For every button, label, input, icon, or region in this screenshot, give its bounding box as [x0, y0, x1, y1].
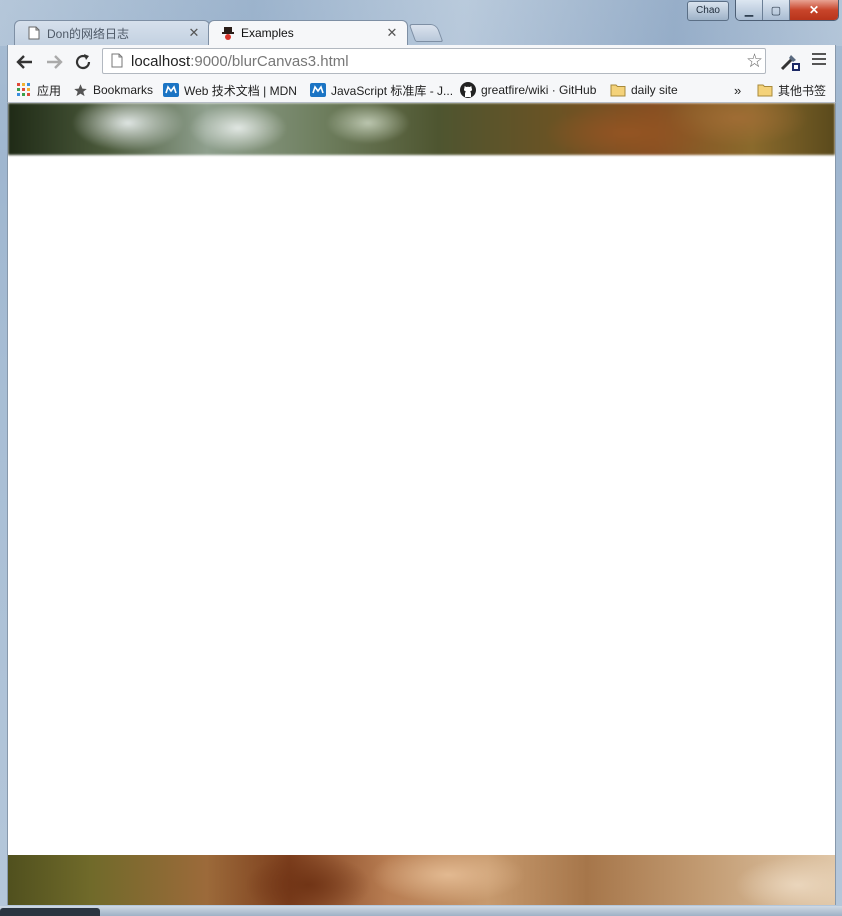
bookmark-other-folder[interactable]: 其他书签: [757, 78, 826, 102]
forward-button[interactable]: [43, 51, 65, 73]
apps-grid-icon: [16, 82, 32, 98]
maximize-button[interactable]: ▢: [763, 0, 790, 20]
reload-icon: [75, 54, 91, 70]
blurred-canvas-top: [8, 103, 835, 155]
folder-icon: [610, 82, 626, 98]
tab-close-icon[interactable]: ✕: [187, 25, 201, 41]
tab-close-icon[interactable]: ✕: [385, 25, 399, 41]
bookmarks-bar: 应用 Bookmarks Web 技术文档 | MDN JavaScript 标…: [7, 78, 836, 103]
back-button[interactable]: [14, 51, 36, 73]
bookmark-label: JavaScript 标准库 - J...: [331, 83, 454, 98]
bookmarks-overflow-button[interactable]: »: [734, 78, 741, 102]
bookmark-label: daily site: [631, 83, 678, 97]
bookmark-js-stdlib[interactable]: JavaScript 标准库 - J...: [310, 78, 453, 102]
tab-title: Don的网络日志: [47, 26, 130, 41]
tab-examples[interactable]: Examples ✕: [208, 20, 408, 45]
mdn-icon: [163, 82, 179, 98]
github-icon: [460, 82, 476, 98]
back-arrow-icon: [16, 55, 32, 69]
bookmark-bookmarks[interactable]: Bookmarks: [72, 78, 153, 102]
page-icon: [27, 26, 41, 40]
close-window-button[interactable]: ✕: [790, 0, 838, 20]
tab-title: Examples: [241, 26, 294, 40]
bookmark-daily-site[interactable]: daily site: [610, 78, 678, 102]
bookmark-star-icon[interactable]: ☆: [746, 50, 763, 73]
page-icon: [111, 53, 125, 69]
bookmark-label: 应用: [37, 83, 62, 98]
bookmark-label: Web 技术文档 | MDN: [184, 83, 297, 98]
address-bar[interactable]: localhost:9000/blurCanvas3.html ☆: [102, 48, 766, 74]
extension-eyedropper-icon[interactable]: [778, 51, 802, 73]
bookmark-github[interactable]: greatfire/wiki · GitHub: [460, 78, 596, 102]
browser-toolbar: localhost:9000/blurCanvas3.html ☆: [7, 45, 836, 78]
bookmark-label: 其他书签: [778, 83, 827, 98]
bookmark-label: greatfire/wiki · GitHub: [481, 83, 597, 97]
hat-favicon-icon: [221, 26, 235, 40]
window-caption-buttons: ▁ ▢ ✕: [735, 0, 839, 21]
profile-badge[interactable]: Chao: [687, 1, 729, 21]
taskbar-strip: [0, 906, 842, 916]
minimize-button[interactable]: ▁: [736, 0, 763, 20]
bookmark-mdn[interactable]: Web 技术文档 | MDN: [163, 78, 297, 102]
url-host: localhost: [131, 52, 191, 70]
folder-icon: [757, 82, 773, 98]
mdn-icon: [310, 82, 326, 98]
url-path: :9000/blurCanvas3.html: [190, 52, 349, 70]
page-content: [7, 103, 836, 905]
bookmark-label: Bookmarks: [93, 83, 154, 97]
reload-button[interactable]: [72, 51, 94, 73]
bookmark-apps[interactable]: 应用: [16, 78, 61, 102]
browser-window: Chao ▁ ▢ ✕ Don的网络日志 ✕ Examples ✕ localho…: [0, 0, 842, 916]
chrome-menu-icon[interactable]: [812, 53, 826, 68]
star-icon: [72, 82, 88, 98]
tab-don-blog[interactable]: Don的网络日志 ✕: [14, 20, 210, 45]
blurred-canvas-bottom: [8, 855, 835, 905]
forward-arrow-icon: [47, 55, 63, 69]
